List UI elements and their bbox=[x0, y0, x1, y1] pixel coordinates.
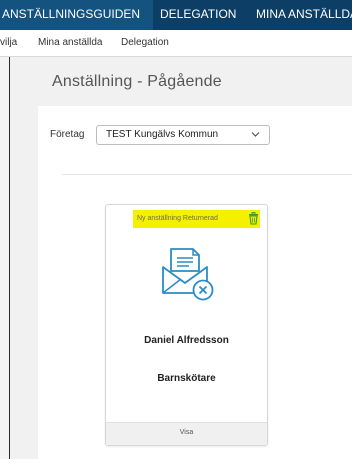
employment-card[interactable]: Ny anställning Returnerad Daniel Alfreds… bbox=[105, 204, 268, 446]
subnav-item-vilja[interactable]: vilja bbox=[0, 37, 17, 48]
chevron-down-icon bbox=[251, 132, 260, 137]
subnav-item-mina-anstallda[interactable]: Mina anställda bbox=[38, 37, 102, 48]
subnav-item-delegation[interactable]: Delegation bbox=[121, 37, 169, 48]
page-title: Anställning - Pågående bbox=[52, 73, 222, 90]
employee-name: Daniel Alfredsson bbox=[144, 335, 229, 346]
view-button-label: Visa bbox=[179, 429, 194, 436]
sub-navigation: vilja Mina anställda Delegation bbox=[0, 30, 352, 57]
trash-icon[interactable] bbox=[248, 212, 259, 225]
company-select-value: TEST Kungälvs Kommun bbox=[106, 129, 219, 140]
status-badge: Ny anställning Returnerad bbox=[133, 210, 260, 228]
tab-mina-anstallda[interactable]: MINA ANSTÄLLDA bbox=[256, 0, 352, 30]
mail-returned-icon bbox=[162, 248, 214, 301]
tab-anstallningsguiden[interactable]: ANSTÄLLNINGSGUIDEN bbox=[0, 0, 153, 30]
view-button[interactable]: Visa bbox=[106, 422, 267, 445]
section-divider bbox=[62, 174, 352, 175]
company-select[interactable]: TEST Kungälvs Kommun bbox=[96, 125, 270, 145]
employee-role: Barnskötare bbox=[157, 373, 216, 384]
status-text: Ny anställning Returnerad bbox=[137, 215, 218, 222]
left-edge-bar bbox=[0, 57, 10, 459]
top-navigation: ANSTÄLLNINGSGUIDEN DELEGATION MINA ANSTÄ… bbox=[0, 0, 352, 30]
tab-delegation[interactable]: DELEGATION bbox=[160, 0, 236, 30]
company-label: Företag bbox=[50, 129, 85, 140]
